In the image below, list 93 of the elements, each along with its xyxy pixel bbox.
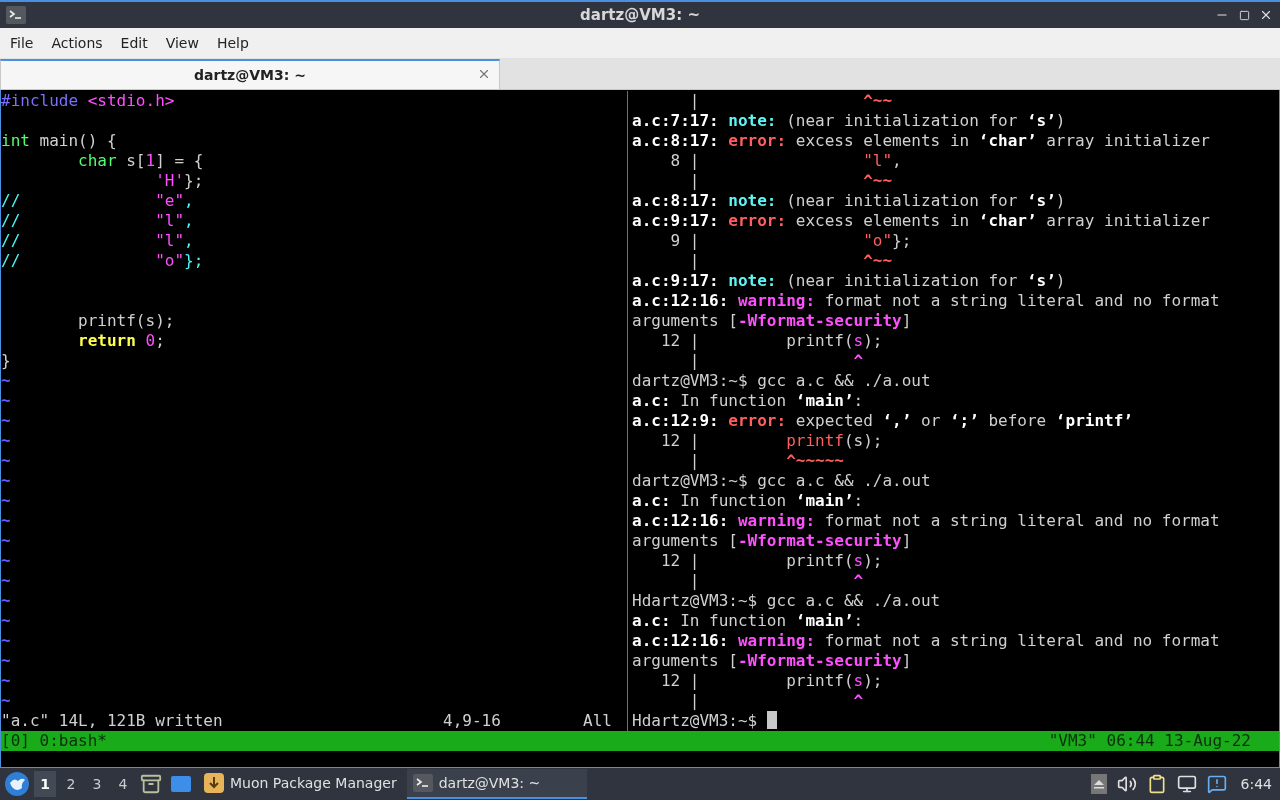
terminal-line: a.c:12:16: warning: format not a string literal and no format	[632, 291, 1220, 311]
workspace-button[interactable]: 4	[112, 771, 134, 797]
terminal-line: a.c: In function ‘main’:	[632, 611, 864, 631]
empty-line-marker: ~	[1, 451, 11, 471]
terminal-line: | ^	[688, 571, 864, 591]
notification-icon[interactable]	[1206, 774, 1227, 794]
code-line: }	[1, 351, 11, 371]
code-line: // "l",	[1, 231, 194, 251]
code-line: 'H'};	[154, 171, 204, 191]
clock: 6:44	[1240, 776, 1272, 792]
terminal-line: 8 | "l",	[669, 151, 902, 171]
terminal-line: a.c:8:17: error: excess elements in ‘char’ array initializer	[632, 131, 1210, 151]
code-line: // "e",	[1, 191, 194, 211]
window-title: dartz@VM3: ~	[580, 6, 700, 24]
terminal-line: a.c: In function ‘main’:	[632, 491, 864, 511]
terminal-line: arguments [-Wformat-security]	[632, 311, 912, 331]
empty-line-marker: ~	[1, 671, 11, 691]
menu-item[interactable]: File	[4, 31, 40, 55]
terminal-line: | ^~~	[688, 91, 893, 111]
empty-line-marker: ~	[1, 531, 11, 551]
empty-line-marker: ~	[1, 471, 11, 491]
taskbar-task[interactable]: dartz@VM3: ~	[406, 769, 587, 799]
empty-line-marker: ~	[1, 411, 11, 431]
menu-item[interactable]: Actions	[45, 31, 109, 55]
terminal-icon	[6, 5, 26, 25]
eject-icon[interactable]	[1090, 774, 1107, 794]
empty-line-marker: ~	[1, 631, 11, 651]
code-line: char s[1] = {	[77, 151, 204, 171]
terminal-line: | ^~~	[688, 171, 893, 191]
archive-icon[interactable]	[140, 773, 162, 795]
empty-line-marker: ~	[1, 571, 11, 591]
cursor-position: 4,9-16	[443, 711, 501, 731]
download-icon	[204, 773, 224, 793]
menu-item[interactable]: Edit	[114, 31, 154, 55]
empty-line-marker: ~	[1, 391, 11, 411]
workspace-button[interactable]: 3	[86, 771, 108, 797]
code-line: printf(s);	[77, 311, 175, 331]
menu-item[interactable]: View	[159, 31, 205, 55]
code-line: #include <stdio.h>	[1, 91, 175, 111]
terminal-line: a.c: In function ‘main’:	[632, 391, 864, 411]
scroll-position: All	[583, 711, 612, 731]
desktop-icon[interactable]	[170, 774, 192, 794]
terminal-line: | ^	[688, 351, 864, 371]
text-cursor	[766, 711, 777, 729]
terminal-tab[interactable]: dartz@VM3: ~	[0, 59, 500, 89]
terminal-line: | ^~~	[688, 251, 893, 271]
monitor-icon[interactable]	[1176, 774, 1197, 794]
code-line: return 0;	[77, 331, 165, 351]
terminal-line: a.c:12:9: error: expected ‘,’ or ‘;’ before ‘printf’	[632, 411, 1133, 431]
terminal-line: | ^	[688, 691, 864, 711]
terminal-line: 9 | "o"};	[669, 231, 912, 251]
host-date-time: "VM3" 06:44 13-Aug-22	[1048, 731, 1251, 751]
terminal-line: Hdartz@VM3:~$ gcc a.c && ./a.out	[632, 591, 941, 611]
empty-line-marker: ~	[1, 431, 11, 451]
terminal-line: dartz@VM3:~$ gcc a.c && ./a.out	[632, 471, 931, 491]
workspace-button[interactable]: 1	[34, 771, 56, 797]
taskbar-task[interactable]: Muon Package Manager	[198, 769, 403, 799]
empty-line-marker: ~	[1, 691, 11, 711]
terminal-line: 12 | printf(s);	[659, 671, 883, 691]
code-line: // "l",	[1, 211, 194, 231]
volume-icon[interactable]	[1116, 774, 1137, 794]
code-line: // "o"};	[1, 251, 204, 271]
close-icon[interactable]	[1259, 8, 1273, 22]
menu-item[interactable]: Help	[210, 31, 255, 55]
terminal-line: 12 | printf(s);	[659, 331, 883, 351]
close-icon[interactable]	[477, 67, 491, 81]
terminal-line: a.c:9:17: error: excess elements in ‘char’ array initializer	[632, 211, 1210, 231]
terminal-line: dartz@VM3:~$ gcc a.c && ./a.out	[632, 371, 931, 391]
empty-line-marker: ~	[1, 511, 11, 531]
app-menu-icon[interactable]	[4, 771, 30, 797]
empty-line-marker: ~	[1, 651, 11, 671]
terminal-line: arguments [-Wformat-security]	[632, 651, 912, 671]
terminal-line: a.c:7:17: note: (near initialization for ‘s’)	[632, 111, 1066, 131]
terminal-line: 12 | printf(s);	[659, 551, 883, 571]
terminal-line: Hdartz@VM3:~$	[632, 711, 777, 731]
terminal-line: a.c:12:16: warning: format not a string literal and no format	[632, 511, 1220, 531]
code-line: int main() {	[1, 131, 117, 151]
terminal-line: a.c:9:17: note: (near initialization for ‘s’)	[632, 271, 1066, 291]
editor-message: "a.c" 14L, 121B written	[1, 711, 223, 731]
terminal-icon	[412, 773, 433, 793]
maximize-icon[interactable]	[1238, 9, 1250, 21]
empty-line-marker: ~	[1, 611, 11, 631]
terminal-line: | ^~~~~~	[688, 451, 844, 471]
empty-line-marker: ~	[1, 371, 11, 391]
terminal-line: a.c:12:16: warning: format not a string literal and no format	[632, 631, 1220, 651]
empty-line-marker: ~	[1, 591, 11, 611]
terminal-line: a.c:8:17: note: (near initialization for ‘s’)	[632, 191, 1066, 211]
workspace-button[interactable]: 2	[60, 771, 82, 797]
session-label: [0] 0:bash*	[1, 731, 107, 751]
empty-line-marker: ~	[1, 491, 11, 511]
terminal-line: arguments [-Wformat-security]	[632, 531, 912, 551]
terminal-line: 12 | printf(s);	[659, 431, 883, 451]
empty-line-marker: ~	[1, 551, 11, 571]
